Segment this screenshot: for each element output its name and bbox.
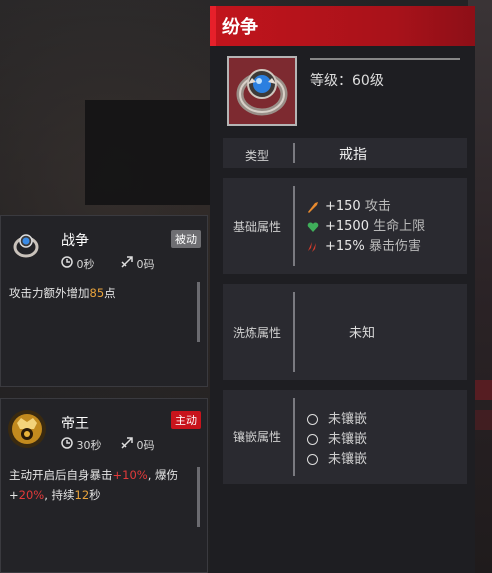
passive-badge: 被动 [171, 230, 201, 248]
ring-icon[interactable] [227, 56, 297, 126]
socket-slot-2[interactable]: 未镶嵌 [307, 428, 367, 447]
empty-socket-icon [307, 414, 318, 425]
item-level: 等级：60级 [310, 73, 384, 89]
level-divider [310, 58, 460, 60]
skill-cooldown-value: 30秒 [76, 439, 102, 452]
item-name: 纷争 [222, 17, 258, 38]
stat-health: +1500 生命上限 [307, 215, 425, 234]
desc-text: , 持续 [44, 488, 75, 502]
stat-crit-value: +15% [325, 239, 365, 254]
desc-value: 85 [89, 286, 105, 300]
refine-separator [293, 292, 295, 372]
scrollbar[interactable] [197, 282, 200, 342]
skill-cooldown-value: 0秒 [76, 258, 95, 271]
socket-separator [293, 398, 295, 476]
empty-socket-icon [307, 434, 318, 445]
emperor-skill-icon [7, 409, 47, 453]
claw-icon [308, 241, 316, 252]
stat-health-value: +1500 [325, 219, 369, 234]
desc-value: 20% [18, 488, 45, 502]
stat-health-suffix: 生命上限 [373, 219, 426, 234]
socket-slot-2-label: 未镶嵌 [328, 432, 368, 447]
type-value: 戒指 [339, 147, 367, 163]
empty-socket-icon [307, 454, 318, 465]
skill-name: 帝王 [61, 416, 89, 432]
sword-icon [308, 201, 318, 213]
range-icon [121, 437, 133, 449]
title-accent [210, 6, 216, 46]
desc-text: 点 [104, 286, 116, 300]
ring-skill-icon [11, 230, 41, 264]
item-title-bar: 纷争 [210, 6, 475, 46]
cooldown-icon [61, 437, 73, 449]
refine-value: 未知 [349, 326, 376, 341]
stat-attack-value: +150 [325, 199, 361, 214]
skill-cooldown: 30秒 [61, 437, 102, 453]
socket-slot-3[interactable]: 未镶嵌 [307, 448, 367, 467]
socket-label: 镶嵌属性 [232, 430, 281, 444]
skill-card-passive[interactable]: 战争 被动 0秒 0码 攻击力额外增加85点 [0, 215, 208, 387]
socket-slot-1[interactable]: 未镶嵌 [307, 408, 367, 427]
stat-crit-suffix: 暴击伤害 [368, 239, 421, 254]
socket-slot-1-label: 未镶嵌 [328, 412, 368, 427]
active-badge: 主动 [171, 411, 201, 429]
skill-cost: 0码 [121, 256, 155, 272]
skill-cost-value: 0码 [136, 258, 155, 271]
stat-crit: +15% 暴击伤害 [307, 235, 421, 254]
skill-cooldown: 0秒 [61, 256, 95, 272]
desc-text: 主动开启后自身暴击 [9, 468, 113, 482]
skill-cost: 0码 [121, 437, 155, 453]
stat-attack: +150 攻击 [307, 195, 391, 214]
skill-description: 主动开启后自身暴击+10%, 爆伤+20%, 持续12秒 [9, 465, 199, 505]
skill-card-active[interactable]: 帝王 主动 30秒 0码 主动开启后自身暴击+10%, 爆伤+20%, 持续12… [0, 398, 208, 573]
range-icon [121, 256, 133, 268]
desc-text: 攻击力额外增加 [9, 286, 90, 300]
base-stats-separator [293, 186, 295, 266]
scrollbar[interactable] [197, 467, 200, 527]
type-separator [293, 143, 295, 163]
desc-text: 秒 [89, 488, 101, 502]
base-stats-label: 基础属性 [232, 220, 281, 234]
type-label: 类型 [244, 149, 269, 163]
skill-cost-value: 0码 [136, 439, 155, 452]
socket-slot-3-label: 未镶嵌 [328, 452, 368, 467]
item-detail-panel: 纷争 等级：60级 类型 戒指 基础属性 +150 攻击 +1500 生命上限 … [210, 6, 475, 573]
refine-row: 洗炼属性 未知 [223, 284, 467, 380]
cooldown-icon [61, 256, 73, 268]
desc-value: 12 [74, 488, 90, 502]
socket-row: 镶嵌属性 未镶嵌 未镶嵌 未镶嵌 [223, 390, 467, 484]
heart-icon [307, 221, 319, 232]
type-row: 类型 戒指 [223, 138, 467, 168]
refine-label: 洗炼属性 [232, 326, 281, 340]
stat-attack-suffix: 攻击 [364, 199, 391, 214]
desc-value: +10% [112, 468, 148, 482]
skill-description: 攻击力额外增加85点 [9, 283, 199, 303]
base-stats-row: 基础属性 +150 攻击 +1500 生命上限 +15% 暴击伤害 [223, 178, 467, 274]
skill-name: 战争 [61, 233, 89, 249]
